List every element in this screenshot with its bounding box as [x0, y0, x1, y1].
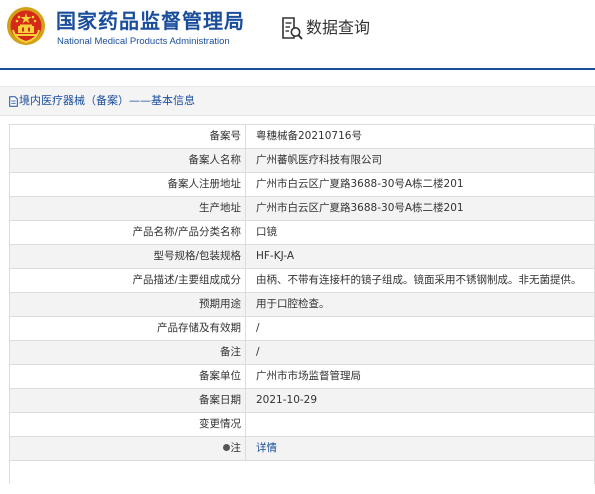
field-label: 预期用途	[10, 293, 246, 316]
field-label: 产品存储及有效期	[10, 317, 246, 340]
field-value: 口镜	[256, 226, 277, 238]
field-label: 产品名称/产品分类名称	[10, 221, 246, 244]
field-value: /	[256, 322, 260, 334]
table-row: 生产地址 广州市白云区广夏路3688-30号A栋二楼201	[10, 197, 595, 221]
document-search-icon	[282, 17, 303, 40]
header-divider	[0, 68, 595, 70]
field-label: 备案单位	[10, 365, 246, 388]
table-row: 备案人注册地址 广州市白云区广夏路3688-30号A栋二楼201	[10, 173, 595, 197]
field-label: 备注	[10, 341, 246, 364]
table-row: 型号规格/包装规格 HF-KJ-A	[10, 245, 595, 269]
field-label: 变更情况	[10, 413, 246, 436]
field-value: 粤穗械备20210716号	[256, 130, 362, 142]
table-row: 备案日期 2021-10-29	[10, 389, 595, 413]
field-value	[256, 413, 592, 436]
breadcrumb: 境内医疗器械（备案）——基本信息	[0, 86, 595, 116]
field-label: 备案日期	[10, 389, 246, 412]
site-header: 国家药品监督管理局 National Medical Products Admi…	[0, 0, 595, 68]
field-value: HF-KJ-A	[256, 250, 295, 262]
national-emblem-icon	[7, 7, 45, 45]
table-row: 变更情况	[10, 413, 595, 437]
table-row: 预期用途 用于口腔检查。	[10, 293, 595, 317]
field-label: 备案号	[10, 125, 246, 148]
field-label: 型号规格/包装规格	[10, 245, 246, 268]
table-row: 产品名称/产品分类名称 口镜	[10, 221, 595, 245]
field-value: 广州市白云区广夏路3688-30号A栋二楼201	[256, 178, 464, 190]
document-icon	[9, 96, 18, 107]
field-value: /	[256, 346, 260, 358]
field-label: 备案人注册地址	[10, 173, 246, 196]
table-row: 备案单位 广州市市场监督管理局	[10, 365, 595, 389]
field-value: 广州市白云区广夏路3688-30号A栋二楼201	[256, 202, 464, 214]
table-row: 备注 /	[10, 341, 595, 365]
note-label-cell: 注	[10, 437, 246, 460]
table-row: 产品描述/主要组成成分 由柄、不带有连接杆的镜子组成。镜面采用不锈钢制成。非无菌…	[10, 269, 595, 293]
table-row: 备案号 粤穗械备20210716号	[10, 125, 595, 149]
field-value: 广州市市场监督管理局	[256, 370, 361, 382]
org-name-cn[interactable]: 国家药品监督管理局	[56, 9, 245, 33]
field-label: 产品描述/主要组成成分	[10, 269, 246, 292]
table-row: 注 详情	[10, 437, 595, 461]
field-value: 由柄、不带有连接杆的镜子组成。镜面采用不锈钢制成。非无菌提供。	[256, 274, 582, 286]
table-row: 产品存储及有效期 /	[10, 317, 595, 341]
field-value: 用于口腔检查。	[256, 298, 330, 310]
record-table: 备案号 粤穗械备20210716号 备案人名称 广州蕃帆医疗科技有限公司 备案人…	[9, 124, 595, 484]
note-bullet-icon	[222, 444, 230, 451]
page-title: 数据查询	[306, 18, 371, 37]
details-link[interactable]: 详情	[256, 437, 592, 460]
field-label: 生产地址	[10, 197, 246, 220]
breadcrumb-text: 境内医疗器械（备案）——基本信息	[19, 94, 195, 107]
field-value: 2021-10-29	[256, 394, 318, 406]
field-label: 备案人名称	[10, 149, 246, 172]
table-row: 备案人名称 广州蕃帆医疗科技有限公司	[10, 149, 595, 173]
field-label: 注	[230, 442, 242, 454]
field-value: 广州蕃帆医疗科技有限公司	[256, 154, 382, 166]
org-name-en[interactable]: National Medical Products Administration	[57, 36, 230, 48]
